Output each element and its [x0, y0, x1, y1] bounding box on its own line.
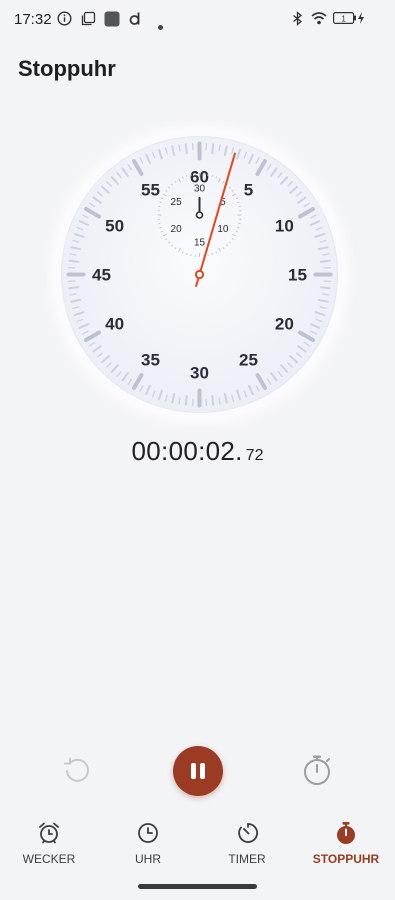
- outer-label: 30: [190, 364, 209, 383]
- outer-label: 5: [244, 181, 253, 200]
- second-hand-pivot: [194, 269, 205, 280]
- stopwatch-icon: [337, 822, 355, 844]
- inner-tick: [159, 201, 162, 204]
- outer-tick: [178, 144, 181, 152]
- bottom-navigation: WECKER UHR TIMER STOPPUHR: [0, 815, 395, 870]
- stopwatch-dial: 60 5 10 15 20 25 30 35 40 45 50 55 30 5 10 15 20 25: [46, 121, 353, 428]
- outer-label: 55: [141, 181, 160, 200]
- outer-tick: [184, 143, 188, 155]
- nav-label-wecker: WECKER: [22, 852, 76, 866]
- inner-label: 15: [194, 238, 206, 249]
- stopwatch-lap-icon: [301, 755, 333, 791]
- reset-button[interactable]: [61, 754, 93, 791]
- home-indicator: [138, 884, 257, 889]
- outer-tick: [319, 259, 331, 263]
- nav-item-uhr[interactable]: UHR: [99, 815, 197, 870]
- elapsed-hundredths: 72: [245, 447, 264, 464]
- outer-label: 35: [141, 350, 160, 369]
- inner-tick: [211, 174, 213, 178]
- battery-level: 1: [341, 14, 346, 23]
- elapsed-time: 00:00:02. 72: [0, 436, 395, 467]
- outer-label: 15: [288, 266, 307, 285]
- inner-tick: [237, 201, 240, 204]
- outer-label: 25: [239, 350, 258, 369]
- elapsed-main: 00:00:02.: [131, 436, 243, 466]
- dot-icon: [158, 17, 163, 35]
- nav-item-timer[interactable]: TIMER: [198, 815, 296, 870]
- inner-tick: [159, 226, 162, 229]
- nav-item-wecker[interactable]: WECKER: [0, 815, 98, 870]
- wifi-icon: [311, 11, 327, 30]
- outer-tick: [68, 259, 80, 263]
- inner-label: 10: [217, 224, 229, 235]
- nav-label-uhr: UHR: [135, 852, 161, 866]
- outer-tick: [184, 394, 188, 406]
- outer-tick: [211, 394, 215, 406]
- pause-button[interactable]: [173, 746, 223, 796]
- inner-label: 20: [171, 224, 183, 235]
- nav-label-stoppuhr: STOPPUHR: [312, 852, 380, 866]
- lap-button[interactable]: [301, 753, 333, 792]
- info-icon: [57, 11, 72, 31]
- outer-tick: [319, 286, 331, 290]
- inner-tick: [237, 226, 240, 229]
- page-title: Stoppuhr: [18, 56, 116, 81]
- outer-tick: [178, 397, 181, 405]
- inner-tick: [211, 252, 213, 256]
- charging-icon: [357, 11, 365, 30]
- alarm-clock-icon: [39, 822, 59, 844]
- bluetooth-icon: [292, 11, 303, 31]
- outer-label: 20: [275, 315, 294, 334]
- nav-label-timer: TIMER: [228, 852, 266, 866]
- outer-tick: [69, 293, 77, 296]
- clock-icon: [138, 823, 158, 843]
- outer-label: 50: [105, 217, 124, 236]
- outer-label: 45: [92, 266, 111, 285]
- inner-label: 25: [171, 197, 183, 208]
- battery-icon: 1: [333, 11, 357, 30]
- outer-tick: [322, 253, 330, 256]
- screenshot-icon: [81, 11, 96, 31]
- inner-label: 30: [194, 184, 206, 195]
- timer-icon: [238, 823, 259, 843]
- reset-icon: [61, 757, 93, 790]
- app-icon: [104, 11, 120, 32]
- outer-tick: [218, 397, 221, 405]
- d-app-icon: [128, 11, 143, 31]
- outer-label: 40: [105, 315, 124, 334]
- outer-tick: [69, 253, 77, 256]
- outer-tick: [68, 286, 80, 290]
- outer-tick: [211, 143, 215, 155]
- status-time: 17:32: [14, 11, 52, 28]
- outer-tick: [218, 144, 221, 152]
- outer-tick: [322, 293, 330, 296]
- inner-tick: [186, 174, 188, 178]
- nav-item-stoppuhr[interactable]: STOPPUHR: [297, 815, 395, 870]
- outer-label: 10: [275, 217, 294, 236]
- inner-tick: [186, 252, 188, 256]
- status-bar: 17:32 1: [0, 0, 395, 38]
- inner-hand-pivot: [195, 211, 204, 219]
